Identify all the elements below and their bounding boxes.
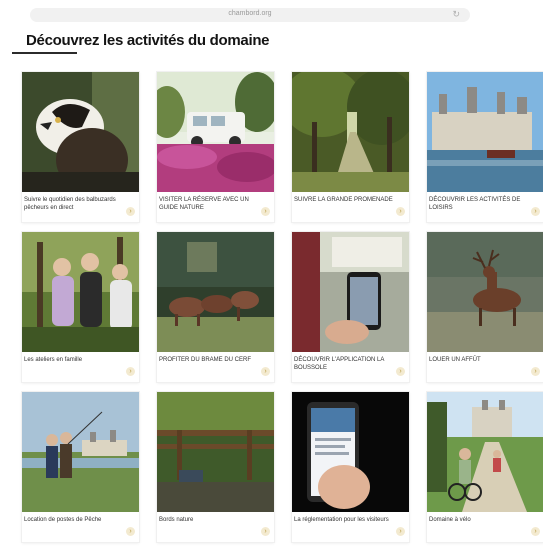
phone-hand-image — [292, 392, 409, 512]
chevron-right-icon[interactable]: › — [261, 207, 270, 216]
activity-label: DÉCOUVRIR LES ACTIVITÉS DE LOISIRS — [429, 197, 521, 211]
jeep-heather-image — [157, 72, 274, 192]
nature-sign-image — [157, 392, 274, 512]
activity-card-app[interactable]: DÉCOUVRIR L'APPLICATION LA BOUSSOLE › — [292, 232, 409, 382]
activity-card-family-workshops[interactable]: Les ateliers en famille › — [22, 232, 139, 382]
activity-card-guided-tour[interactable]: VISITER LA RÉSERVE AVEC UN GUIDE NATURE … — [157, 72, 274, 222]
activity-label: DÉCOUVRIR L'APPLICATION LA BOUSSOLE — [294, 357, 385, 371]
activity-label: PROFITER DU BRAME DU CERF — [159, 357, 252, 363]
osprey-image — [22, 72, 139, 192]
chevron-right-icon[interactable]: › — [396, 367, 405, 376]
title-underline — [12, 52, 77, 54]
stag-image — [427, 232, 543, 352]
chevron-right-icon[interactable]: › — [396, 527, 405, 536]
activity-card-bike[interactable]: Domaine à vélo › — [427, 392, 543, 542]
activity-label: LOUER UN AFFÛT — [429, 357, 481, 363]
chevron-right-icon[interactable]: › — [531, 207, 540, 216]
chevron-right-icon[interactable]: › — [126, 527, 135, 536]
chateau-river-image — [427, 72, 543, 192]
forest-avenue-image — [292, 72, 409, 192]
activity-card-leisure[interactable]: DÉCOUVRIR LES ACTIVITÉS DE LOISIRS › — [427, 72, 543, 222]
address-bar[interactable]: chambord.org ↻ — [30, 8, 470, 22]
activity-card-osprey[interactable]: Suivre le quotidien des balbuzards pêche… — [22, 72, 139, 222]
chevron-right-icon[interactable]: › — [531, 527, 540, 536]
activity-label: Location de postes de Pêche — [24, 517, 102, 523]
activity-label: Domaine à vélo — [429, 517, 471, 523]
chevron-right-icon[interactable]: › — [126, 207, 135, 216]
activity-label: Bords nature — [159, 517, 194, 523]
chevron-right-icon[interactable]: › — [396, 207, 405, 216]
activity-label: VISITER LA RÉSERVE AVEC UN GUIDE NATURE — [159, 197, 249, 211]
activity-card-rent-hide[interactable]: LOUER UN AFFÛT › — [427, 232, 543, 382]
url-text: chambord.org — [228, 10, 272, 17]
deer-herd-image — [157, 232, 274, 352]
activity-label: La réglementation pour les visiteurs — [294, 517, 389, 523]
activity-card-nature-edges[interactable]: Bords nature › — [157, 392, 274, 542]
family-binoculars-image — [22, 232, 139, 352]
phone-app-image — [292, 232, 409, 352]
activity-label: Les ateliers en famille — [24, 357, 83, 363]
activity-card-promenade[interactable]: SUIVRE LA GRANDE PROMENADE › — [292, 72, 409, 222]
chevron-right-icon[interactable]: › — [261, 527, 270, 536]
activity-label: SUIVRE LA GRANDE PROMENADE — [294, 197, 393, 203]
reload-icon[interactable]: ↻ — [452, 9, 460, 20]
chevron-right-icon[interactable]: › — [531, 367, 540, 376]
activity-card-fishing[interactable]: Location de postes de Pêche › — [22, 392, 139, 542]
bikes-chateau-image — [427, 392, 543, 512]
chevron-right-icon[interactable]: › — [261, 367, 270, 376]
activity-label: Suivre le quotidien des balbuzards pêche… — [24, 197, 116, 211]
chevron-right-icon[interactable]: › — [126, 367, 135, 376]
fishing-chateau-image — [22, 392, 139, 512]
page-title: Découvrez les activités du domaine — [26, 32, 270, 49]
activity-card-deer-bellow[interactable]: PROFITER DU BRAME DU CERF › — [157, 232, 274, 382]
activity-card-rules[interactable]: La réglementation pour les visiteurs › — [292, 392, 409, 542]
